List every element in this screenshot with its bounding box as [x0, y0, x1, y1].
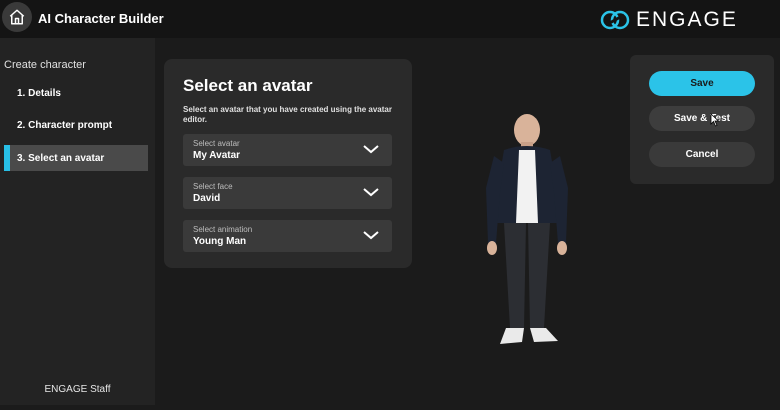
logo-text: ENGAGE: [636, 8, 738, 31]
sidebar-heading: Create character: [4, 59, 86, 71]
sidebar-footer-user: ENGAGE Staff: [44, 384, 111, 395]
select-face-dropdown[interactable]: Select face David: [183, 177, 392, 209]
home-icon: [9, 9, 25, 25]
engage-logo: ENGAGE: [600, 8, 738, 32]
chevron-down-icon: [363, 188, 379, 197]
sidebar-item-details[interactable]: 1. Details: [4, 80, 148, 106]
panel-description: Select an avatar that you have created u…: [183, 105, 392, 124]
select-avatar-dropdown[interactable]: Select avatar My Avatar: [183, 134, 392, 166]
home-button[interactable]: [2, 2, 32, 32]
sidebar-item-label: 1. Details: [17, 87, 61, 99]
panel-title: Select an avatar: [183, 76, 313, 95]
avatar-selection-panel: Select an avatar Select an avatar that y…: [164, 59, 412, 268]
save-button[interactable]: Save: [649, 71, 755, 96]
select-value: David: [193, 193, 221, 204]
sidebar: Create character 1. Details 2. Character…: [0, 38, 155, 405]
sidebar-item-select-avatar[interactable]: 3. Select an avatar: [4, 145, 148, 171]
select-animation-dropdown[interactable]: Select animation Young Man: [183, 220, 392, 252]
app-title: AI Character Builder: [38, 11, 164, 26]
avatar-preview-viewport[interactable]: [420, 38, 628, 405]
select-label: Select animation: [193, 225, 253, 234]
mouse-cursor-icon: [710, 113, 720, 127]
select-label: Select face: [193, 182, 233, 191]
engage-logo-icon: [600, 10, 630, 30]
select-label: Select avatar: [193, 139, 240, 148]
select-value: My Avatar: [193, 150, 241, 161]
sidebar-item-label: 3. Select an avatar: [17, 152, 105, 164]
chevron-down-icon: [363, 231, 379, 240]
chevron-down-icon: [363, 145, 379, 154]
select-value: Young Man: [193, 236, 247, 247]
avatar-figure: [486, 114, 568, 344]
save-and-test-button[interactable]: Save & Test: [649, 106, 755, 131]
actions-panel: Save Save & Test Cancel: [630, 55, 774, 184]
top-bar: AI Character Builder ENGAGE: [0, 0, 780, 38]
sidebar-item-label: 2. Character prompt: [17, 119, 113, 131]
cancel-button[interactable]: Cancel: [649, 142, 755, 167]
sidebar-item-character-prompt[interactable]: 2. Character prompt: [4, 112, 148, 138]
